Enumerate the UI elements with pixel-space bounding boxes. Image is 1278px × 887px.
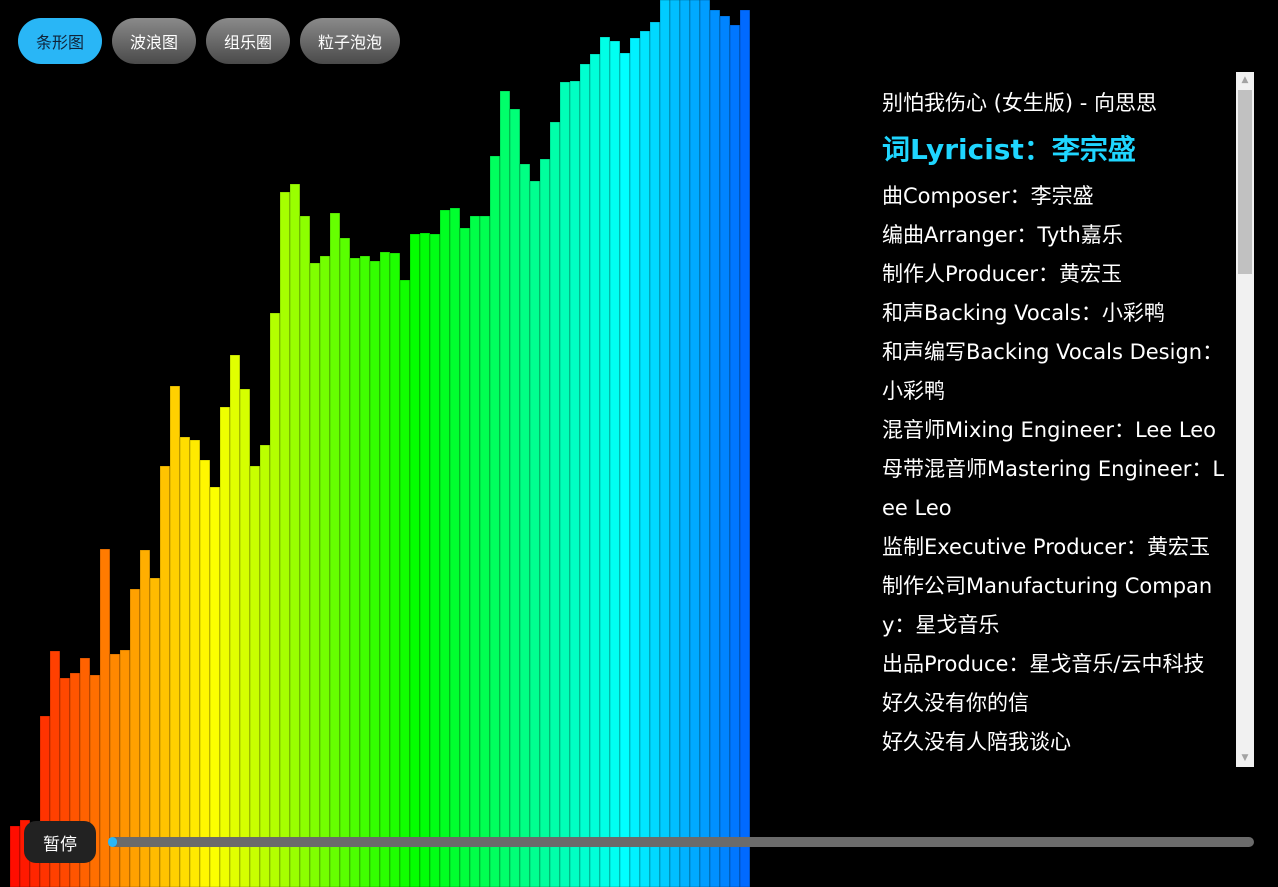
spectrum-bar — [219, 406, 231, 887]
spectrum-bar — [669, 0, 681, 887]
spectrum-bar — [639, 30, 651, 887]
spectrum-bar — [509, 108, 521, 887]
lyric-line: 好久没有人陪我谈心 — [882, 730, 1071, 754]
spectrum-bar — [389, 252, 401, 887]
spectrum-bar — [189, 439, 201, 887]
spectrum-bar — [569, 80, 581, 887]
scrollbar-thumb[interactable] — [1238, 90, 1252, 274]
spectrum-bar — [529, 180, 541, 887]
spectrum-bar — [599, 36, 611, 887]
spectrum-bar — [699, 0, 711, 887]
lyric-line: 编曲Arranger：Tyth嘉乐 — [882, 223, 1123, 247]
spectrum-bar — [249, 465, 261, 887]
spectrum-bar — [369, 260, 381, 887]
spectrum-bar — [309, 262, 321, 887]
spectrum-bar — [649, 21, 661, 887]
lyric-line: 别怕我伤心 (女生版) - 向思思 — [882, 91, 1157, 115]
spectrum-bar — [549, 121, 561, 887]
spectrum-bar — [579, 63, 591, 887]
spectrum-bar — [259, 444, 271, 887]
spectrum-bar — [109, 653, 121, 887]
spectrum-bar — [99, 548, 111, 887]
spectrum-bar — [609, 40, 621, 887]
spectrum-bar — [499, 90, 511, 887]
spectrum-bar — [239, 388, 251, 887]
spectrum-bar — [159, 465, 171, 887]
spectrum-bar — [419, 232, 431, 887]
spectrum-bar — [459, 227, 471, 887]
spectrum-bar — [379, 251, 391, 887]
spectrum-bar — [539, 158, 551, 887]
mode-switcher: 条形图 波浪图 组乐圈 粒子泡泡 — [18, 18, 401, 64]
spectrum-bar — [469, 215, 481, 887]
spectrum-bar — [409, 233, 421, 887]
mode-bar-chart-button[interactable]: 条形图 — [18, 18, 103, 64]
visualizer-stage: 条形图 波浪图 组乐圈 粒子泡泡 别怕我伤心 (女生版) - 向思思 词Lyri… — [0, 0, 1278, 887]
spectrum-bar — [299, 215, 311, 887]
lyric-line: 出品Produce：星戈音乐/云中科技 — [882, 652, 1205, 676]
lyric-line-active: 词Lyricist：李宗盛 — [882, 133, 1136, 166]
lyric-line: 好久没有你的信 — [882, 691, 1029, 715]
mode-ring-button[interactable]: 组乐圈 — [206, 18, 291, 64]
spectrum-bar — [489, 155, 501, 887]
spectrum-bar — [589, 53, 601, 887]
spectrum-bar — [119, 649, 131, 887]
spectrum-bar — [279, 191, 291, 887]
spectrum-bar — [629, 37, 641, 887]
spectrum-bar — [199, 459, 211, 887]
spectrum-bar — [359, 255, 371, 887]
lyric-line: 制作人Producer：黄宏玉 — [882, 262, 1123, 286]
spectrum-bar — [229, 354, 241, 887]
playback-progress-fill — [108, 837, 117, 847]
spectrum-bar — [209, 486, 221, 887]
spectrum-bar — [449, 207, 461, 887]
spectrum-bar — [399, 279, 411, 887]
lyrics-list: 别怕我伤心 (女生版) - 向思思 词Lyricist：李宗盛 曲Compose… — [882, 84, 1228, 762]
lyric-line: 制作公司Manufacturing Company：星戈音乐 — [882, 574, 1213, 637]
spectrum-bar — [479, 215, 491, 887]
spectrum-bar — [269, 312, 281, 887]
spectrum-bar — [319, 255, 331, 887]
spectrum-bar — [689, 0, 701, 887]
spectrum-bar — [619, 52, 631, 887]
scroll-up-arrow-icon[interactable]: ▲ — [1236, 72, 1254, 89]
spectrum-bar — [289, 183, 301, 887]
spectrum-bar — [559, 81, 571, 887]
scroll-down-arrow-icon[interactable]: ▼ — [1236, 750, 1254, 767]
spectrum-bar — [439, 209, 451, 887]
spectrum-bar — [349, 257, 361, 887]
spectrum-bar — [179, 436, 191, 887]
mode-particle-button[interactable]: 粒子泡泡 — [300, 18, 401, 64]
spectrum-bar — [519, 163, 531, 887]
lyric-line: 母带混音师Mastering Engineer：Lee Leo — [882, 457, 1225, 520]
lyric-line: 和声编写Backing Vocals Design：小彩鸭 — [882, 340, 1224, 403]
spectrum-bar — [709, 9, 721, 887]
spectrum-bar — [429, 233, 441, 887]
lyrics-panel[interactable]: 别怕我伤心 (女生版) - 向思思 词Lyricist：李宗盛 曲Compose… — [872, 72, 1254, 767]
spectrum-bar — [339, 237, 351, 887]
lyric-line: 监制Executive Producer：黄宏玉 — [882, 535, 1210, 559]
spectrum-bar — [169, 385, 181, 887]
spectrum-bar — [719, 15, 731, 887]
spectrum-bar — [679, 0, 691, 887]
lyric-line: 曲Composer：李宗盛 — [882, 184, 1094, 208]
spectrum-bar — [329, 212, 341, 887]
spectrum-bar — [729, 24, 741, 887]
lyric-line: 混音师Mixing Engineer：Lee Leo — [882, 418, 1217, 442]
spectrum-bar — [659, 0, 671, 887]
playback-progress-bar[interactable] — [108, 837, 1254, 847]
spectrum-bar — [739, 9, 751, 887]
pause-button[interactable]: 暂停 — [24, 821, 96, 863]
mode-wave-button[interactable]: 波浪图 — [112, 18, 197, 64]
lyrics-scrollbar[interactable]: ▲ ▼ — [1236, 72, 1254, 767]
lyric-line: 和声Backing Vocals：小彩鸭 — [882, 301, 1165, 325]
spectrum-bar — [9, 825, 21, 887]
